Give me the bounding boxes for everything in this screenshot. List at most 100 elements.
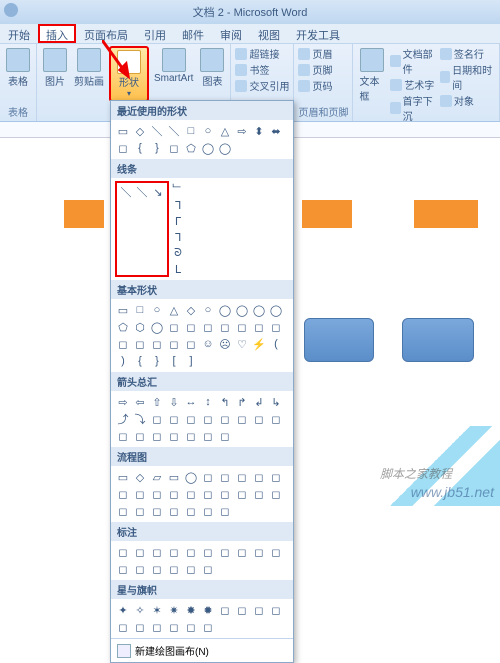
shape-item[interactable]: ◻ — [200, 411, 216, 427]
shape-item[interactable]: ▭ — [115, 302, 131, 318]
shape-item[interactable]: ◻ — [115, 336, 131, 352]
shape-item[interactable]: ⇩ — [166, 394, 182, 410]
shape-item[interactable]: ○ — [200, 302, 216, 318]
shape-item[interactable]: ↱ — [234, 394, 250, 410]
shape-item[interactable]: △ — [217, 123, 233, 139]
shape-item[interactable]: ◻ — [166, 544, 182, 560]
shape-item[interactable]: ⇨ — [115, 394, 131, 410]
shape-item[interactable]: □ — [183, 123, 199, 139]
shape-item[interactable]: ◻ — [251, 602, 267, 618]
tab-review[interactable]: 审阅 — [212, 24, 250, 43]
shape-item[interactable]: ◯ — [149, 319, 165, 335]
shape-item[interactable]: ○ — [200, 123, 216, 139]
shape-item[interactable]: ⇧ — [149, 394, 165, 410]
shape-item[interactable]: ◻ — [200, 469, 216, 485]
shape-item[interactable]: ○ — [149, 302, 165, 318]
shape-item[interactable]: { — [132, 140, 148, 156]
shape-item[interactable]: ◻ — [234, 469, 250, 485]
shape-item[interactable]: ◻ — [166, 140, 182, 156]
shape-item[interactable]: ◻ — [149, 503, 165, 519]
shape-item[interactable]: [ — [166, 353, 182, 369]
shape-item[interactable]: ⚡ — [251, 336, 267, 352]
shape-item[interactable]: ◻ — [217, 544, 233, 560]
footer-button[interactable]: 页脚 — [298, 62, 332, 77]
bookmark-button[interactable]: 书签 — [235, 62, 289, 77]
shape-item[interactable]: ◻ — [268, 469, 284, 485]
shape-item[interactable]: ◻ — [149, 619, 165, 635]
shape-item[interactable]: ⇦ — [132, 394, 148, 410]
shape-roundrect-2[interactable] — [402, 318, 474, 362]
shape-item[interactable]: ▭ — [166, 469, 182, 485]
shape-item[interactable]: ☺ — [200, 336, 216, 352]
shape-item[interactable]: ◻ — [183, 319, 199, 335]
shape-item[interactable]: ◻ — [183, 503, 199, 519]
textbox-button[interactable]: 文本框 — [357, 46, 387, 105]
shape-item[interactable]: ◯ — [217, 140, 233, 156]
shape-line-double[interactable]: ↘ — [150, 184, 166, 200]
tab-developer[interactable]: 开发工具 — [288, 24, 348, 43]
shape-item[interactable]: ◻ — [149, 561, 165, 577]
shape-item[interactable]: ◻ — [132, 561, 148, 577]
shape-item[interactable]: ◻ — [217, 602, 233, 618]
shape-line-arrow[interactable]: ＼ — [134, 184, 150, 200]
shape-item[interactable]: ✶ — [149, 602, 165, 618]
shape-item[interactable]: { — [132, 353, 148, 369]
shape-rect-2[interactable] — [302, 200, 352, 228]
shape-item[interactable]: ◻ — [149, 411, 165, 427]
quickparts-button[interactable]: 文档部件 — [390, 46, 437, 76]
shape-item[interactable]: ◇ — [132, 123, 148, 139]
shape-item[interactable]: ▱ — [149, 469, 165, 485]
shape-item[interactable]: ᒪ — [170, 261, 186, 277]
shape-item[interactable]: ◻ — [183, 486, 199, 502]
shape-item[interactable]: ⤴ — [115, 411, 131, 427]
shape-item[interactable]: ⬠ — [115, 319, 131, 335]
shape-item[interactable]: ◻ — [183, 544, 199, 560]
datetime-button[interactable]: 日期和时间 — [440, 62, 495, 92]
shape-item[interactable]: ◻ — [217, 469, 233, 485]
shape-item[interactable]: ◻ — [200, 319, 216, 335]
shape-item[interactable]: ◻ — [166, 486, 182, 502]
tab-mailings[interactable]: 邮件 — [174, 24, 212, 43]
wordart-button[interactable]: 艺术字 — [390, 77, 437, 92]
shape-item[interactable]: ] — [183, 353, 199, 369]
shape-item[interactable]: ◻ — [234, 602, 250, 618]
shape-item[interactable]: ◻ — [234, 486, 250, 502]
shape-item[interactable]: ◻ — [149, 486, 165, 502]
shape-item[interactable]: ◻ — [183, 336, 199, 352]
shape-item[interactable]: ✷ — [166, 602, 182, 618]
shape-item[interactable]: ◻ — [268, 602, 284, 618]
shape-item[interactable]: ⇨ — [234, 123, 250, 139]
shape-item[interactable]: ◻ — [268, 411, 284, 427]
shape-item[interactable]: ♡ — [234, 336, 250, 352]
shape-item[interactable]: ◇ — [183, 302, 199, 318]
shape-item[interactable]: ◻ — [115, 561, 131, 577]
shape-item[interactable]: ◻ — [183, 619, 199, 635]
shape-item[interactable]: ◻ — [234, 319, 250, 335]
shape-item[interactable]: ◻ — [217, 503, 233, 519]
new-canvas-button[interactable]: 新建绘图画布(N) — [111, 638, 293, 662]
shape-item[interactable]: ◯ — [251, 302, 267, 318]
tab-insert[interactable]: 插入 — [38, 24, 76, 43]
shape-item[interactable]: ᘐ — [170, 245, 186, 261]
shape-item[interactable]: ⤵ — [132, 411, 148, 427]
shape-item[interactable]: ◻ — [268, 544, 284, 560]
shape-rect-1[interactable] — [64, 200, 104, 228]
shape-item[interactable]: ＼ — [149, 123, 165, 139]
shape-item[interactable]: ◻ — [251, 469, 267, 485]
header-button[interactable]: 页眉 — [298, 46, 332, 61]
shape-item[interactable]: ◻ — [132, 336, 148, 352]
shape-item[interactable]: ◻ — [132, 619, 148, 635]
shape-item[interactable]: } — [149, 353, 165, 369]
shape-item[interactable]: ◻ — [149, 428, 165, 444]
shape-item[interactable]: ☹ — [217, 336, 233, 352]
shape-item[interactable]: ✸ — [183, 602, 199, 618]
shape-item[interactable]: ◻ — [149, 336, 165, 352]
shape-item[interactable]: ◻ — [166, 561, 182, 577]
shape-item[interactable]: ◯ — [268, 302, 284, 318]
shape-item[interactable]: ◻ — [234, 544, 250, 560]
shape-item[interactable]: ◻ — [132, 544, 148, 560]
shape-item[interactable]: ↰ — [217, 394, 233, 410]
shape-item[interactable]: ◇ — [132, 469, 148, 485]
object-button[interactable]: 对象 — [440, 93, 495, 108]
shape-item[interactable]: ＼ — [166, 123, 182, 139]
